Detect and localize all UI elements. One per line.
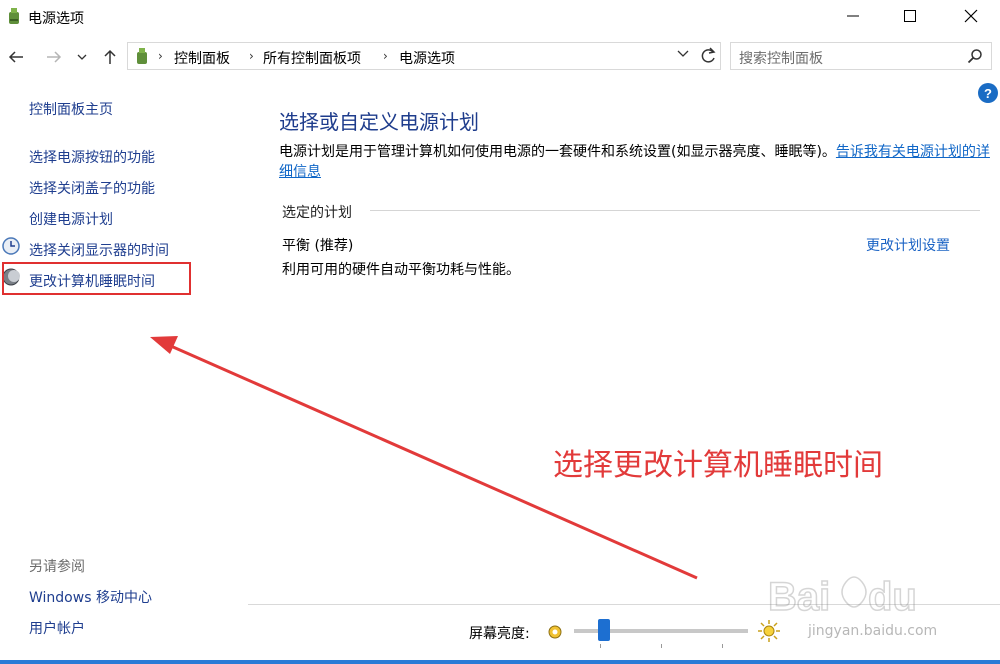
- watermark-text: jingyan.baidu.com: [808, 623, 938, 639]
- annotation-text: 选择更改计算机睡眠时间: [553, 448, 883, 483]
- dim-sun-icon: [548, 625, 562, 639]
- brightness-slider-thumb[interactable]: [597, 619, 610, 641]
- svg-text:Bai: Bai: [768, 575, 830, 619]
- brightness-label: 屏幕亮度:: [469, 626, 530, 642]
- slider-tick: [722, 644, 723, 648]
- slider-tick: [661, 644, 662, 648]
- slider-tick: [600, 644, 601, 648]
- window-bottom-border: [0, 660, 1000, 664]
- svg-text:du: du: [868, 575, 917, 619]
